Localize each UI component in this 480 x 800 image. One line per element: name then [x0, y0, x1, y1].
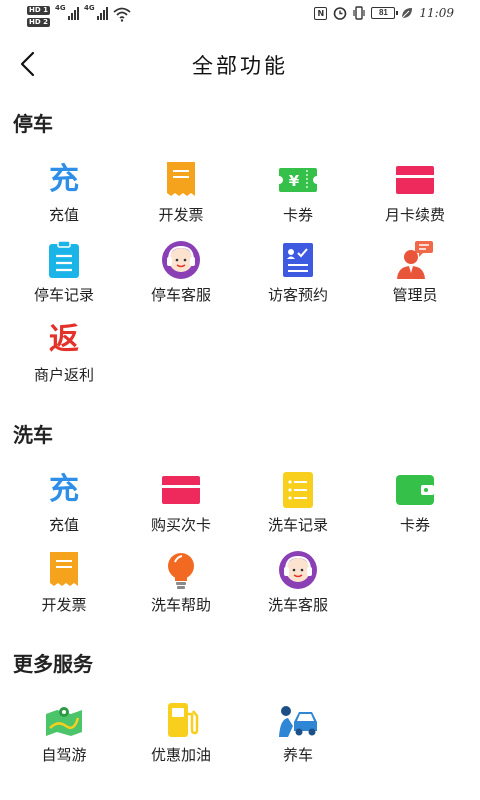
item-label: 开发票	[41, 596, 87, 614]
receipt-icon	[50, 552, 78, 586]
item-label: 充值	[48, 516, 79, 534]
item-label: 停车客服	[150, 286, 211, 304]
carwash-coupon[interactable]: 卡券	[360, 470, 470, 540]
battery-icon: 81	[371, 7, 399, 19]
item-label: 洗车客服	[267, 596, 328, 614]
clock-time: 11:09	[419, 6, 454, 20]
svg-text:¥: ¥	[289, 172, 300, 190]
item-label: 购买次卡	[150, 516, 211, 534]
carwash-help[interactable]: 洗车帮助	[126, 550, 236, 620]
carwash-invoice[interactable]: 开发票	[9, 550, 119, 620]
carwash-records[interactable]: 洗车记录	[243, 470, 353, 540]
wallet-icon	[396, 475, 434, 505]
parking-invoice[interactable]: 开发票	[126, 160, 236, 230]
parking-customer-service[interactable]: 停车客服	[126, 240, 236, 310]
item-label: 洗车帮助	[150, 596, 211, 614]
item-label: 洗车记录	[267, 516, 328, 534]
recharge-icon: 充	[49, 162, 79, 197]
section-title-parking: 停车	[13, 112, 53, 136]
item-label: 自驾游	[41, 746, 87, 764]
more-car-maintenance[interactable]: 养车	[243, 700, 353, 770]
fuel-pump-icon	[168, 703, 199, 737]
carwash-recharge[interactable]: 充 充值	[9, 470, 119, 540]
item-label: 优惠加油	[150, 746, 211, 764]
item-label: 卡券	[282, 206, 313, 224]
parking-records[interactable]: 停车记录	[9, 240, 119, 310]
card-icon	[396, 166, 434, 194]
headset-agent-icon	[279, 551, 317, 589]
section-title-more: 更多服务	[13, 652, 93, 676]
carwash-customer-service[interactable]: 洗车客服	[243, 550, 353, 620]
recharge-icon: 充	[49, 472, 79, 507]
parking-merchant-rebate[interactable]: 返 商户返利	[9, 320, 119, 390]
admin-icon	[397, 241, 433, 279]
sim2-badge: HD 2	[27, 18, 50, 27]
signal-icon: 4G	[55, 4, 79, 22]
sim1-badge: HD 1	[27, 6, 50, 15]
item-label: 充值	[48, 206, 79, 224]
more-fuel-discount[interactable]: 优惠加油	[126, 700, 236, 770]
parking-recharge[interactable]: 充 充值	[9, 160, 119, 230]
signal-icon: 4G	[84, 4, 108, 22]
item-label: 开发票	[158, 206, 204, 224]
card-icon	[162, 476, 200, 504]
item-label: 养车	[282, 746, 313, 764]
parking-visitor-booking[interactable]: 访客预约	[243, 240, 353, 310]
vibrate-icon	[353, 6, 366, 20]
rebate-icon: 返	[49, 322, 79, 357]
coupon-icon: ¥	[278, 168, 318, 192]
appointment-icon	[283, 243, 313, 277]
page-title: 全部功能	[192, 54, 288, 78]
item-label: 访客预约	[267, 286, 328, 304]
car-service-icon	[279, 706, 317, 737]
item-label: 卡券	[399, 516, 430, 534]
parking-coupon[interactable]: ¥ 卡券	[243, 160, 353, 230]
list-icon	[283, 472, 313, 508]
item-label: 管理员	[392, 286, 438, 304]
nav-bar: 全部功能	[0, 34, 480, 94]
more-road-trip[interactable]: 自驾游	[9, 700, 119, 770]
receipt-icon	[167, 162, 195, 196]
clipboard-icon	[49, 240, 79, 278]
item-label: 商户返利	[33, 366, 94, 384]
headset-agent-icon	[162, 241, 200, 279]
section-title-carwash: 洗车	[13, 423, 53, 447]
alarm-icon	[334, 7, 347, 20]
parking-monthly-renewal[interactable]: 月卡续费	[360, 160, 470, 230]
map-route-icon	[46, 707, 82, 736]
item-label: 停车记录	[33, 286, 94, 304]
item-label: 月卡续费	[384, 206, 445, 224]
parking-admin[interactable]: 管理员	[360, 240, 470, 310]
wifi-icon	[113, 7, 131, 22]
nfc-icon: N	[314, 6, 328, 20]
lightbulb-icon	[168, 553, 194, 589]
status-bar: HD 1 HD 2 4G 4G N 81 11:09	[0, 0, 480, 34]
leaf-icon	[402, 8, 413, 19]
carwash-buy-pass[interactable]: 购买次卡	[126, 470, 236, 540]
